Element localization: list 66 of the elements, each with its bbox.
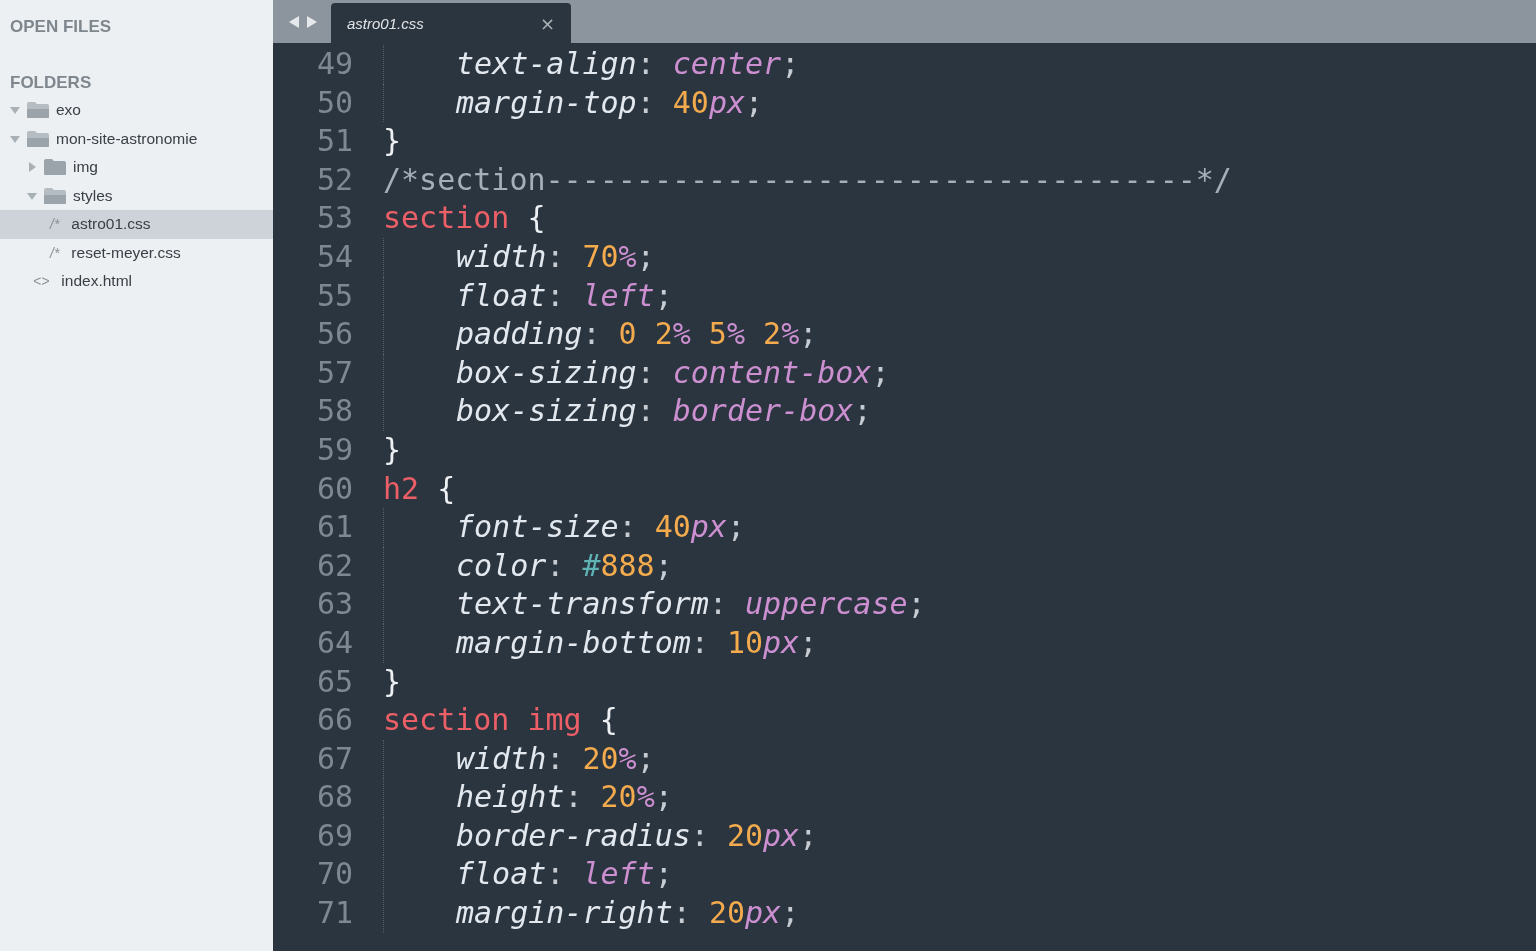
section-heading: OPEN FILES — [9, 16, 113, 38]
folder-icon — [26, 101, 50, 120]
code-line: padding: 0 2% 5% 2%; — [383, 315, 818, 354]
code-line: width: 20%; — [383, 739, 655, 779]
folder-icon — [43, 158, 67, 177]
code-line: h2 { — [383, 469, 456, 508]
section-heading: FOLDERS — [9, 72, 93, 94]
code-line: width: 70%; — [383, 237, 655, 277]
line-number: 59 — [315, 430, 353, 469]
code-line: } — [383, 430, 402, 469]
code-line: height: 20%; — [383, 778, 673, 817]
close-button[interactable]: × — [539, 12, 555, 34]
line-number: 67 — [315, 739, 353, 778]
tree-item[interactable]: styles — [0, 181, 273, 210]
line-number: 56 — [315, 315, 353, 354]
code-line: font-size: 40px; — [383, 508, 745, 547]
file-type-icon: <> — [33, 273, 50, 290]
line-number: 63 — [315, 585, 353, 624]
file-type-icon: /* — [50, 244, 60, 261]
code-line: margin-top: 40px; — [383, 83, 764, 123]
code-line: /*section------------------------------------*/ — [383, 160, 1232, 199]
line-number: 55 — [315, 276, 353, 315]
line-number: 49 — [315, 45, 353, 83]
line-number: 70 — [315, 855, 353, 894]
code-line: color: #888; — [383, 546, 673, 586]
code-line: section img { — [383, 701, 618, 740]
code-line: border-radius: 20px; — [383, 816, 818, 856]
code-line: } — [383, 122, 402, 161]
line-number: 71 — [315, 894, 353, 933]
line-number: 65 — [315, 662, 353, 701]
code-line: margin-right: 20px; — [383, 894, 800, 933]
line-number: 61 — [315, 508, 353, 547]
file-tab[interactable]: astro01.css × — [331, 3, 571, 43]
tree-item[interactable]: exo — [0, 96, 273, 125]
line-number: 53 — [315, 199, 353, 238]
line-number: 58 — [315, 392, 353, 431]
folder-icon — [26, 129, 50, 148]
back-arrow-icon[interactable] — [287, 14, 301, 29]
code-line: float: left; — [383, 276, 673, 316]
line-number: 69 — [315, 816, 353, 855]
line-number: 52 — [315, 160, 353, 199]
line-number: 64 — [315, 623, 353, 662]
code-line: } — [383, 662, 402, 701]
tree-item[interactable]: mon-site-astronomie — [0, 124, 273, 153]
tree-item[interactable]: img — [0, 153, 273, 182]
line-number: 66 — [315, 701, 353, 740]
line-number: 54 — [315, 237, 353, 276]
file-type-icon: /* — [50, 216, 60, 233]
forward-arrow-icon[interactable] — [305, 14, 319, 29]
code-line: float: left; — [383, 855, 673, 895]
tree-item[interactable]: <> index.html — [0, 267, 273, 296]
code-line: box-sizing: border-box; — [383, 392, 872, 431]
line-number: 51 — [315, 122, 353, 161]
code-line: margin-bottom: 10px; — [383, 623, 818, 663]
line-number: 62 — [315, 546, 353, 585]
line-number: 60 — [315, 469, 353, 508]
line-number: 50 — [315, 83, 353, 122]
tree-item[interactable]: /* astro01.css — [0, 210, 273, 239]
code-line: box-sizing: content-box; — [383, 353, 890, 393]
line-number: 68 — [315, 778, 353, 817]
code-line: text-transform: uppercase; — [383, 585, 926, 624]
line-number: 57 — [315, 353, 353, 392]
code-line: section { — [383, 199, 546, 238]
tree-item[interactable]: /* reset-meyer.css — [0, 238, 273, 267]
code-line: text-align: center; — [383, 45, 800, 84]
folder-icon — [43, 186, 67, 205]
